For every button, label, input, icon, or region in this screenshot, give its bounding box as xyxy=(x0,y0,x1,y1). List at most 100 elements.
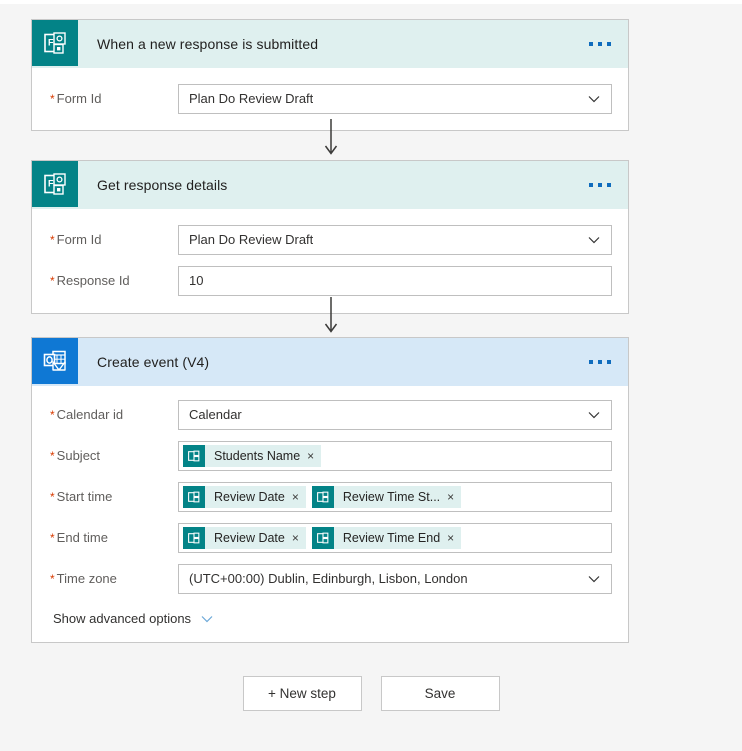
chevron-down-icon[interactable] xyxy=(587,233,601,247)
microsoft-forms-icon: F xyxy=(32,20,78,66)
form-id-dropdown[interactable]: Plan Do Review Draft xyxy=(178,83,612,114)
field-row-response-id: * Response Id 10 xyxy=(32,260,628,301)
field-label-text: Start time xyxy=(56,489,113,504)
response-id-input[interactable]: 10 xyxy=(178,265,612,296)
dynamic-content-token[interactable]: Review Date × xyxy=(183,485,306,508)
required-asterisk: * xyxy=(50,449,55,463)
dot xyxy=(598,360,602,364)
microsoft-forms-icon xyxy=(183,526,205,549)
dot xyxy=(598,183,602,187)
microsoft-forms-icon xyxy=(311,485,334,508)
field-label-text: Calendar id xyxy=(56,407,124,422)
field-value: 10 xyxy=(189,273,204,288)
show-advanced-options-label: Show advanced options xyxy=(53,611,192,626)
field-label: * Calendar id xyxy=(50,407,178,422)
dot xyxy=(607,360,611,364)
chevron-down-icon[interactable] xyxy=(587,572,601,586)
flow-canvas: F When a new response is submitted * For… xyxy=(0,0,742,751)
step-body: * Form Id Plan Do Review Draft * Respons… xyxy=(32,219,628,301)
field-row-form-id: * Form Id Plan Do Review Draft xyxy=(32,219,628,260)
dynamic-content-token[interactable]: Review Time St... × xyxy=(311,485,462,508)
field-value: (UTC+00:00) Dublin, Edinburgh, Lisbon, L… xyxy=(189,571,468,586)
field-row-calendar-id: * Calendar id Calendar xyxy=(32,394,628,435)
step-body: * Calendar id Calendar * Subject Student… xyxy=(32,394,628,642)
field-label-text: Subject xyxy=(56,448,101,463)
field-value: Plan Do Review Draft xyxy=(189,232,314,247)
chevron-down-icon[interactable] xyxy=(587,92,601,106)
chevron-down-icon[interactable] xyxy=(200,612,214,626)
dynamic-content-token[interactable]: Review Time End × xyxy=(311,526,462,549)
field-row-form-id: * Form Id Plan Do Review Draft xyxy=(32,78,628,119)
new-step-button[interactable]: + New step xyxy=(242,676,362,711)
required-asterisk: * xyxy=(50,572,55,586)
field-label: * Time zone xyxy=(50,571,178,586)
dynamic-content-token[interactable]: Students Name × xyxy=(183,444,322,467)
dot xyxy=(589,42,593,46)
time-zone-dropdown[interactable]: (UTC+00:00) Dublin, Edinburgh, Lisbon, L… xyxy=(178,563,612,594)
field-label: * End time xyxy=(50,530,178,545)
remove-token-icon[interactable]: × xyxy=(307,450,314,462)
required-asterisk: * xyxy=(50,531,55,545)
remove-token-icon[interactable]: × xyxy=(447,532,454,544)
microsoft-forms-icon xyxy=(183,444,205,467)
start-time-token-input[interactable]: Review Date × Review Time St... × xyxy=(178,481,612,512)
field-label: * Subject xyxy=(50,448,178,463)
form-id-dropdown[interactable]: Plan Do Review Draft xyxy=(178,224,612,255)
required-asterisk: * xyxy=(50,408,55,422)
field-row-end-time: * End time Review Date × Review Time End… xyxy=(32,517,628,558)
flow-step-card-get-response-details[interactable]: F Get response details * Form Id Plan Do… xyxy=(31,160,629,314)
svg-text:F: F xyxy=(48,179,54,189)
field-label: * Response Id xyxy=(50,273,178,288)
flow-connector-arrow xyxy=(324,119,338,159)
required-asterisk: * xyxy=(50,490,55,504)
chevron-down-icon[interactable] xyxy=(587,408,601,422)
field-value: Plan Do Review Draft xyxy=(189,91,314,106)
dynamic-content-token[interactable]: Review Date × xyxy=(183,526,306,549)
field-row-start-time: * Start time Review Date × Review Time S… xyxy=(32,476,628,517)
token-label: Review Date xyxy=(214,489,285,504)
field-label: * Form Id xyxy=(50,91,178,106)
field-label-text: Form Id xyxy=(56,91,102,106)
calendar-id-dropdown[interactable]: Calendar xyxy=(178,399,612,430)
step-overflow-menu-button[interactable] xyxy=(585,177,615,193)
field-label: * Form Id xyxy=(50,232,178,247)
field-label-text: Response Id xyxy=(56,273,130,288)
flow-step-card-create-event[interactable]: Create event (V4) * Calendar id Calendar xyxy=(31,337,629,643)
field-label: * Start time xyxy=(50,489,178,504)
step-header[interactable]: F Get response details xyxy=(32,161,628,209)
field-row-subject: * Subject Students Name × xyxy=(32,435,628,476)
save-button[interactable]: Save xyxy=(380,676,500,711)
token-label: Students Name xyxy=(214,448,301,463)
end-time-token-input[interactable]: Review Date × Review Time End × xyxy=(178,522,612,553)
microsoft-forms-icon xyxy=(183,485,205,508)
field-label-text: Form Id xyxy=(56,232,102,247)
dot xyxy=(589,360,593,364)
remove-token-icon[interactable]: × xyxy=(292,532,299,544)
field-value: Calendar xyxy=(189,407,242,422)
required-asterisk: * xyxy=(50,233,55,247)
dot xyxy=(607,183,611,187)
step-header[interactable]: Create event (V4) xyxy=(32,338,628,386)
subject-token-input[interactable]: Students Name × xyxy=(178,440,612,471)
microsoft-forms-icon xyxy=(311,526,334,549)
outlook-calendar-icon xyxy=(32,338,78,384)
flow-connector-arrow xyxy=(324,297,338,337)
dot xyxy=(607,42,611,46)
token-label: Review Time End xyxy=(342,530,441,545)
step-body: * Form Id Plan Do Review Draft xyxy=(32,78,628,119)
step-header[interactable]: F When a new response is submitted xyxy=(32,20,628,68)
step-title: Get response details xyxy=(97,177,228,193)
field-label-text: Time zone xyxy=(56,571,117,586)
required-asterisk: * xyxy=(50,274,55,288)
remove-token-icon[interactable]: × xyxy=(292,491,299,503)
field-label-text: End time xyxy=(56,530,108,545)
remove-token-icon[interactable]: × xyxy=(447,491,454,503)
step-overflow-menu-button[interactable] xyxy=(585,36,615,52)
flow-step-card-trigger[interactable]: F When a new response is submitted * For… xyxy=(31,19,629,131)
token-label: Review Time St... xyxy=(342,489,441,504)
show-advanced-options-button[interactable]: Show advanced options xyxy=(32,599,628,642)
microsoft-forms-icon: F xyxy=(32,161,78,207)
step-title: When a new response is submitted xyxy=(97,36,319,52)
svg-text:F: F xyxy=(48,38,54,48)
step-overflow-menu-button[interactable] xyxy=(585,354,615,370)
